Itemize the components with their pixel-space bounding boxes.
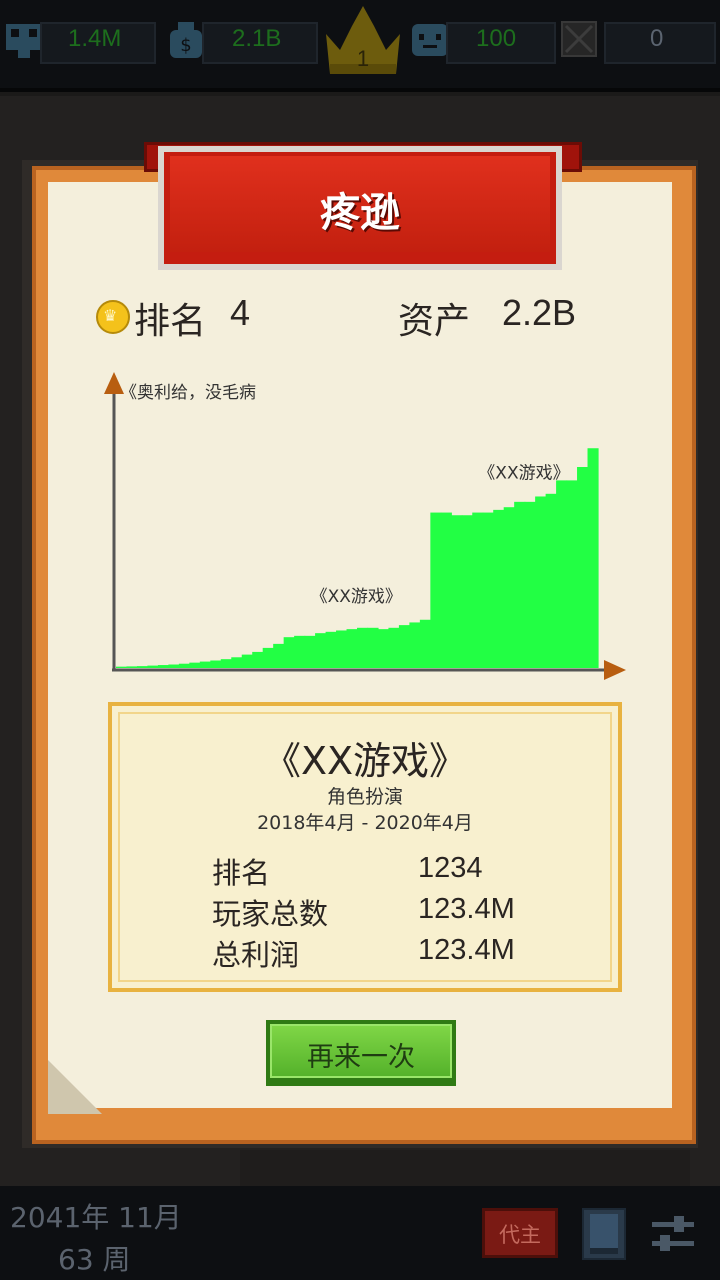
- svg-text:$: $: [180, 35, 191, 56]
- chart-bar: [461, 515, 473, 668]
- chart-bar: [587, 448, 599, 668]
- assets-chart: 《奥利给，没毛病《XX游戏》《XX游戏》: [104, 372, 626, 680]
- date-week: 63 周: [58, 1243, 131, 1276]
- chart-bar: [566, 480, 578, 668]
- book-button[interactable]: [582, 1208, 626, 1260]
- chart-bar: [147, 665, 159, 668]
- chart-bar: [556, 480, 568, 668]
- rank-value: 4: [230, 292, 251, 333]
- chart-bar: [388, 627, 400, 668]
- chart-bar: [283, 637, 295, 668]
- employees-value: 100: [476, 25, 517, 52]
- game-info-box: 《XX游戏》 角色扮演 2018年4月 - 2020年4月 排名 1234 玩家…: [108, 702, 622, 992]
- date-month: 2041年 11月: [10, 1201, 182, 1234]
- chart-bar: [524, 501, 536, 668]
- page-curl: [48, 1060, 102, 1114]
- money-value: 1.4M: [68, 25, 122, 52]
- boss-button[interactable]: 代主: [482, 1208, 558, 1258]
- retry-button[interactable]: 再来一次: [266, 1020, 456, 1086]
- chart-bar: [451, 515, 463, 668]
- game-title: 《XX游戏》: [262, 739, 468, 783]
- crown-medal-icon: ♛: [96, 300, 130, 334]
- chart-bar: [493, 509, 505, 668]
- chart-bar: [241, 654, 253, 668]
- bottom-bar: 2041年 11月 63 周 代主: [0, 1186, 720, 1280]
- chart-bar: [409, 622, 421, 668]
- chart-bar: [430, 512, 442, 668]
- chart-annotation: 《奥利给，没毛病: [120, 383, 256, 403]
- chart-bar: [325, 631, 337, 668]
- stat-rank-value: 1234: [418, 852, 483, 884]
- game-genre: 角色扮演: [326, 786, 403, 808]
- book-icon: [590, 1214, 618, 1254]
- fans-value: 2.1B: [232, 25, 282, 52]
- chart-bar: [514, 501, 526, 668]
- chart-bar: [210, 660, 222, 668]
- sliders-icon: [652, 1216, 694, 1251]
- chart-bar: [178, 663, 190, 668]
- chart-bar: [252, 651, 264, 668]
- chart-bar: [168, 664, 180, 668]
- game-dates: 2018年4月 - 2020年4月: [257, 812, 473, 834]
- chart-bar: [440, 512, 452, 668]
- stat-profit-value: 123.4M: [418, 934, 515, 966]
- company-name: 疼逊: [320, 190, 400, 236]
- chart-bar: [577, 467, 589, 668]
- chart-bar: [472, 512, 484, 668]
- chart-bar: [535, 496, 547, 668]
- chart-bar: [199, 661, 211, 668]
- chart-bar: [482, 512, 494, 668]
- chart-bar: [231, 657, 243, 668]
- stat-players-label: 玩家总数: [212, 897, 329, 931]
- chart-bar: [346, 629, 358, 668]
- chart-bar: [357, 627, 369, 668]
- stat-profit-label: 总利润: [212, 938, 300, 972]
- stat-players-value: 123.4M: [418, 893, 515, 925]
- chart-annotation: 《XX游戏》: [478, 464, 569, 484]
- crown-rank[interactable]: 1: [322, 4, 404, 76]
- company-banner: 疼逊: [158, 146, 562, 270]
- chart-bar: [419, 619, 431, 668]
- settings-button[interactable]: [650, 1212, 696, 1256]
- crossed-box-icon: [561, 21, 597, 57]
- chart-bar: [273, 643, 285, 668]
- crown-rank-value: 1: [356, 46, 370, 71]
- chart-bar: [294, 635, 306, 668]
- chart-bar: [367, 627, 379, 668]
- chart-bar: [304, 635, 316, 668]
- chart-bar: [545, 493, 557, 668]
- items-value: 0: [650, 25, 664, 52]
- chart-bar: [157, 665, 169, 668]
- top-hud: 1.4M $ 2.1B 1 100 0: [0, 0, 720, 92]
- chart-bar: [336, 630, 348, 668]
- chart-bar: [262, 647, 274, 668]
- chart-bar: [126, 666, 138, 668]
- chart-bar: [189, 662, 201, 668]
- chart-annotation: 《XX游戏》: [311, 587, 402, 607]
- boss-button-label: 代主: [499, 1223, 541, 1247]
- retry-button-label: 再来一次: [307, 1042, 415, 1072]
- rank-label: 排名: [134, 301, 207, 342]
- stat-rank-label: 排名: [212, 856, 271, 890]
- chart-bar: [377, 629, 390, 668]
- chart-bar: [220, 659, 232, 668]
- background-bottom-strip: [240, 1150, 690, 1186]
- chart-bar: [116, 666, 128, 668]
- chart-bar: [503, 507, 515, 668]
- chart-bar: [398, 625, 410, 668]
- assets-value: 2.2B: [502, 292, 577, 333]
- x-axis-arrow: [604, 660, 626, 680]
- assets-label: 资产: [398, 301, 471, 342]
- chart-bar: [136, 666, 149, 668]
- chart-bar: [315, 633, 327, 668]
